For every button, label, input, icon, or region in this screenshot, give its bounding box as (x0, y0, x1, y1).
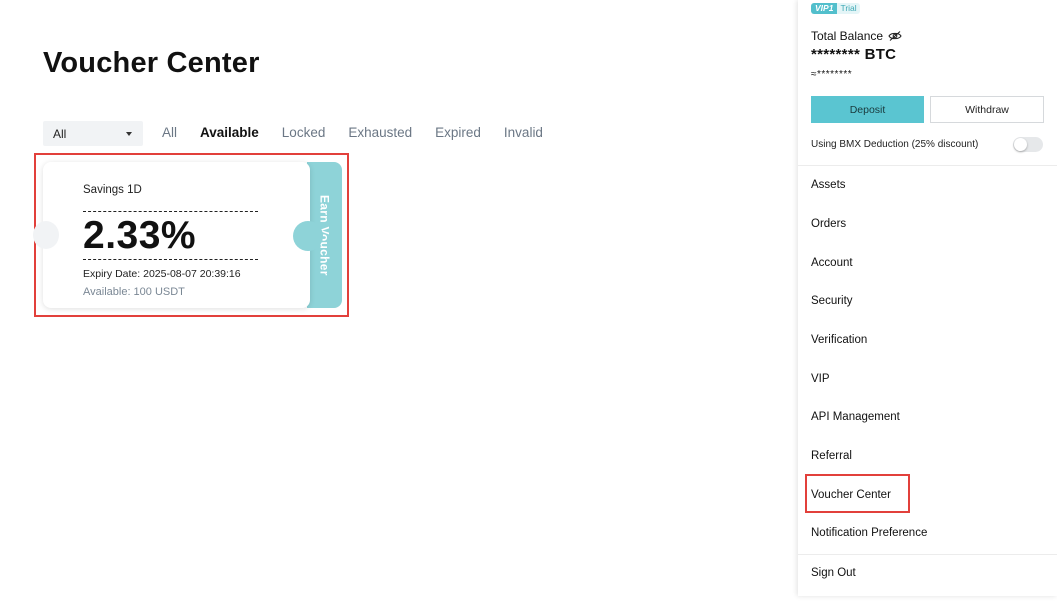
voucher-notch-left (33, 221, 59, 249)
voucher-center-highlight-box (805, 474, 910, 513)
voucher-rate: 2.33% (83, 214, 197, 257)
menu-item-orders[interactable]: Orders (811, 218, 846, 230)
menu-item-api-management[interactable]: API Management (811, 411, 900, 423)
menu-item-assets[interactable]: Assets (811, 179, 846, 191)
eye-off-icon[interactable] (888, 31, 902, 41)
caret-down-icon (126, 132, 132, 136)
voucher-name: Savings 1D (83, 184, 142, 196)
vip-level: VIP1 Trial (811, 3, 860, 14)
status-filter-select[interactable]: All (43, 121, 143, 146)
panel-divider (798, 165, 1057, 166)
bmx-deduction-toggle[interactable] (1013, 137, 1043, 152)
tab-expired[interactable]: Expired (435, 125, 481, 140)
total-balance-text: Total Balance (811, 29, 884, 43)
toggle-knob (1014, 138, 1027, 151)
tab-all[interactable]: All (162, 125, 177, 140)
deposit-button[interactable]: Deposit (811, 96, 924, 123)
total-balance-value: ******** BTC (811, 46, 897, 63)
tab-invalid[interactable]: Invalid (504, 125, 543, 140)
bmx-deduction-label: Using BMX Deduction (25% discount) (811, 139, 979, 150)
voucher-divider-bottom (83, 259, 258, 260)
status-filter-value: All (53, 126, 67, 141)
total-balance-approx: ≈******** (811, 69, 853, 80)
withdraw-button[interactable]: Withdraw (930, 96, 1044, 123)
tab-locked[interactable]: Locked (282, 125, 326, 140)
menu-item-referral[interactable]: Referral (811, 450, 852, 462)
page-title: Voucher Center (43, 47, 260, 79)
total-balance-label: Total Balance (811, 29, 902, 43)
menu-item-security[interactable]: Security (811, 295, 853, 307)
voucher-status-tabs: All Available Locked Exhausted Expired I… (162, 125, 566, 140)
tab-available[interactable]: Available (200, 125, 259, 140)
voucher-body: Savings 1D 2.33% Expiry Date: 2025-08-07… (33, 162, 310, 308)
menu-item-vip[interactable]: VIP (811, 373, 830, 385)
voucher-divider-top (83, 211, 258, 212)
tab-exhausted[interactable]: Exhausted (348, 125, 412, 140)
voucher-card[interactable]: Earn Voucher Savings 1D 2.33% Expiry Dat… (33, 162, 342, 308)
vip-trial-tag: Trial (837, 3, 860, 14)
menu-item-verification[interactable]: Verification (811, 334, 867, 346)
voucher-expiry: Expiry Date: 2025-08-07 20:39:16 (83, 268, 241, 280)
menu-item-account[interactable]: Account (811, 257, 853, 269)
menu-item-notification-preference[interactable]: Notification Preference (811, 527, 927, 539)
voucher-notch-right (293, 221, 323, 251)
voucher-available: Available: 100 USDT (83, 286, 185, 298)
panel-divider (798, 554, 1057, 555)
sign-out-button[interactable]: Sign Out (811, 567, 856, 579)
vip-badge: VIP1 (811, 3, 838, 14)
